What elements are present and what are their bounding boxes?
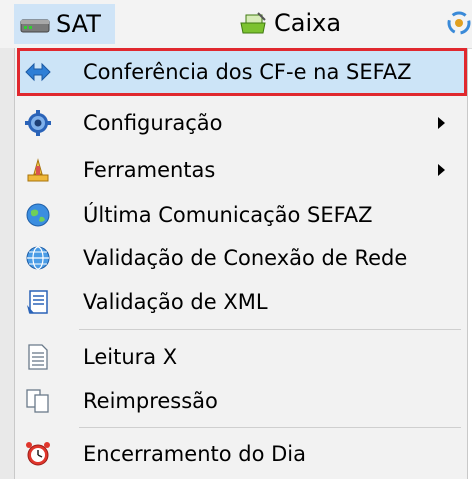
- menu-separator: [79, 329, 461, 330]
- network-globe-icon: [23, 243, 53, 273]
- menu-partial-icon[interactable]: [446, 0, 472, 46]
- menu-item-leitura-x[interactable]: Leitura X: [19, 335, 465, 379]
- menu-caixa[interactable]: Caixa: [238, 0, 341, 46]
- submenu-arrow-icon: [438, 117, 445, 129]
- copy-document-icon: [23, 386, 53, 416]
- submenu-arrow-icon: [438, 164, 445, 176]
- menu-item-label: Conferência dos CF-e na SEFAZ: [83, 60, 412, 84]
- menu-item-encerramento-dia[interactable]: Encerramento do Dia: [19, 432, 465, 476]
- tools-icon: [23, 155, 53, 185]
- globe-icon: [23, 200, 53, 230]
- menu-item-validacao-xml[interactable]: Validação de XML: [19, 280, 465, 324]
- menu-item-label: Validação de Conexão de Rede: [83, 246, 408, 270]
- menu-item-label: Reimpressão: [83, 389, 218, 413]
- app-window: SAT Caixa Conferência dos CF-e na SEFAZ …: [0, 0, 472, 479]
- menu-separator: [79, 427, 461, 428]
- menu-item-conferencia-cfe[interactable]: Conferência dos CF-e na SEFAZ: [17, 48, 467, 96]
- menu-item-label: Ferramentas: [83, 158, 216, 182]
- menubar: SAT Caixa: [0, 0, 472, 49]
- sat-dropdown-menu: Conferência dos CF-e na SEFAZ Configuraç…: [14, 48, 468, 479]
- menu-item-label: Última Comunicação SEFAZ: [83, 203, 373, 227]
- menu-item-configuracao[interactable]: Configuração: [19, 101, 465, 145]
- menu-item-label: Leitura X: [83, 345, 178, 369]
- alarm-clock-icon: [23, 439, 53, 469]
- cash-register-icon: [238, 11, 268, 35]
- menu-item-ferramentas[interactable]: Ferramentas: [19, 148, 465, 192]
- menu-item-label: Encerramento do Dia: [83, 442, 306, 466]
- menu-item-ultima-comunicacao[interactable]: Última Comunicação SEFAZ: [19, 193, 465, 237]
- menu-sat[interactable]: SAT: [14, 4, 115, 44]
- menu-item-label: Validação de XML: [83, 290, 268, 314]
- document-icon: [23, 342, 53, 372]
- xml-document-icon: [23, 287, 53, 317]
- menu-item-validacao-conexao[interactable]: Validação de Conexão de Rede: [19, 236, 465, 280]
- menu-item-label: Configuração: [83, 111, 223, 135]
- menu-caixa-label: Caixa: [274, 9, 342, 37]
- menu-item-reimpressao[interactable]: Reimpressão: [19, 379, 465, 423]
- sat-device-icon: [20, 14, 50, 34]
- gear-icon: [23, 108, 53, 138]
- menu-sat-label: SAT: [56, 10, 101, 38]
- arrows-exchange-icon: [23, 57, 53, 87]
